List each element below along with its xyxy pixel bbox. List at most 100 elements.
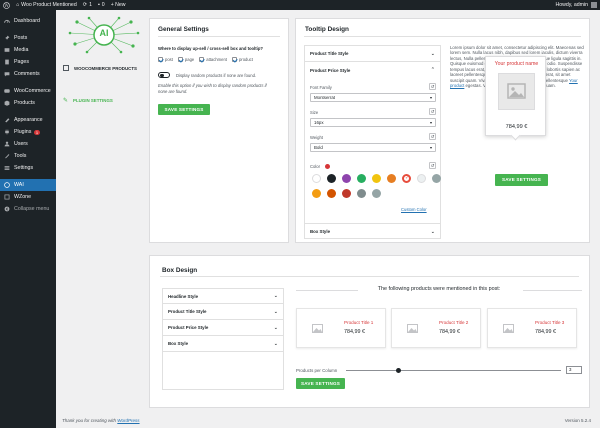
color-swatch[interactable] [372,189,381,198]
display-location-options: post page attachment product [158,56,253,62]
accordion-product-price-style[interactable]: Product Price Style ⌃ [305,62,440,78]
general-save-settings-button[interactable]: SAVE SETTINGS [158,104,210,115]
image-placeholder-icon [498,73,535,110]
color-swatch[interactable] [342,189,351,198]
collapse-menu-button[interactable]: Collapse menu [0,203,56,215]
color-swatch[interactable] [372,174,381,183]
settings-icon [4,165,10,171]
menu-pages[interactable]: Pages [0,56,56,68]
box-save-settings-button[interactable]: SAVE SETTINGS [296,378,345,389]
footer-wordpress-link[interactable]: WordPress [117,418,139,423]
product-price: 784,99 € [344,329,365,335]
plugins-icon [4,129,10,135]
box-style-accordion: Headline Style ⌄ Product Title Style ⌄ Pro… [162,288,284,390]
menu-wai[interactable]: WAI [0,179,56,191]
accordion-label: Box Style [310,229,331,234]
nav-plugin-settings[interactable]: ✎ PLUGIN SETTINGS [60,94,146,106]
color-swatch[interactable] [357,189,366,198]
tooltip-style-accordion: Product Title Style ⌄ Product Price Style… [304,45,441,239]
new-content-link[interactable]: + New [108,0,129,10]
accordion-product-price-style[interactable]: Product Price Style ⌄ [163,320,283,336]
menu-posts[interactable]: Posts [0,32,56,44]
option-product-checkbox[interactable]: product [231,56,253,62]
appearance-icon [4,117,10,123]
reset-font-family-icon[interactable]: ↺ [429,83,436,90]
random-products-toggle[interactable] [158,72,170,78]
my-account-link[interactable]: Howdy, admin [553,0,600,10]
menu-products[interactable]: Products [0,97,56,109]
chevron-up-icon: ⌃ [430,67,435,73]
font-family-select[interactable]: Montserrat ▾ [310,93,436,102]
product-card[interactable]: Product Title 2 784,99 € [391,308,481,348]
site-name-link[interactable]: ⌂ Woo Product Mentioned [13,0,80,10]
color-swatch[interactable] [387,174,396,183]
menu-plugins[interactable]: Plugins 1 [0,126,56,138]
menu-label: Plugins [14,129,32,135]
home-icon: ⌂ [16,2,20,8]
display-location-question: Where to display up-sell / cross-sell bo… [158,46,263,51]
woocommerce-icon [4,88,10,94]
custom-color-link[interactable]: Custom Color [401,207,427,212]
wordpress-logo-icon[interactable]: W [0,0,13,10]
wrench-icon: ✎ [63,97,69,104]
reset-weight-icon[interactable]: ↺ [429,133,436,140]
svg-text:W: W [4,2,9,7]
size-label: Size [310,110,319,115]
per-column-slider-track[interactable] [346,368,561,373]
color-swatch[interactable] [342,174,351,183]
title-divider [304,36,581,37]
option-label: post [165,57,173,62]
menu-comments[interactable]: Comments [0,68,56,80]
product-card[interactable]: Product Title 3 784,99 € [487,308,577,348]
comments-link[interactable]: ▪ 0 [95,0,108,10]
accordion-product-title-style[interactable]: Product Title Style ⌄ [163,304,283,320]
accordion-label: Product Title Style [310,51,349,56]
font-family-label: Font Family [310,85,332,90]
menu-appearance[interactable]: Appearance [0,114,56,126]
menu-tools[interactable]: Tools [0,150,56,162]
menu-woocommerce[interactable]: WooCommerce [0,85,56,97]
color-swatch-selected[interactable]: ✓ [402,174,411,183]
size-select[interactable]: 16px ▾ [310,118,436,127]
accordion-product-title-style[interactable]: Product Title Style ⌄ [305,46,440,62]
menu-label: WZone [14,194,32,200]
weight-select[interactable]: Bold ▾ [310,143,436,152]
per-column-label: Products per Column [296,368,338,373]
product-title: Product Title 1 [344,320,374,325]
menu-wzone[interactable]: WZone [0,191,56,203]
color-swatch[interactable] [432,174,441,183]
accordion-box-style[interactable]: Box Style ⌄ [305,223,440,239]
color-swatch[interactable] [312,189,321,198]
tooltip-save-settings-button[interactable]: SAVE SETTINGS [495,174,548,186]
menu-label: Settings [14,165,34,171]
option-page-checkbox[interactable]: page [177,56,194,62]
reset-size-icon[interactable]: ↺ [429,108,436,115]
check-icon: ✓ [405,174,410,181]
color-swatch[interactable] [327,174,336,183]
product-title: Product Title 2 [439,320,469,325]
accordion-headline-style[interactable]: Headline Style ⌄ [163,289,283,304]
option-label: product [238,57,253,62]
menu-users[interactable]: Users [0,138,56,150]
accordion-box-style[interactable]: Box Style ⌄ [163,336,283,352]
menu-settings[interactable]: Settings [0,162,56,174]
updates-link[interactable]: ⟳ 1 [80,0,95,10]
menu-label: Pages [14,59,30,65]
collapse-arrow-icon [4,206,10,212]
color-swatch[interactable] [327,189,336,198]
color-swatch[interactable] [312,174,321,183]
option-post-checkbox[interactable]: post [158,56,173,62]
menu-media[interactable]: Media [0,44,56,56]
menu-dashboard[interactable]: Dashboard [0,15,56,27]
color-swatch[interactable] [417,174,426,183]
chevron-down-icon: ▾ [429,120,432,125]
per-column-input[interactable]: 3 [566,366,582,374]
product-card[interactable]: Product Title 1 784,99 € [296,308,386,348]
color-swatch[interactable] [357,174,366,183]
option-attachment-checkbox[interactable]: attachment [199,56,227,62]
reset-color-icon[interactable]: ↺ [429,162,436,169]
nav-woocommerce-products[interactable]: WOOCOMMERCE PRODUCTS [60,62,146,74]
per-column-slider-handle[interactable] [396,368,401,373]
footer-thanks-text: Thank you for creating with [62,418,117,423]
select-value: Bold [314,145,323,150]
